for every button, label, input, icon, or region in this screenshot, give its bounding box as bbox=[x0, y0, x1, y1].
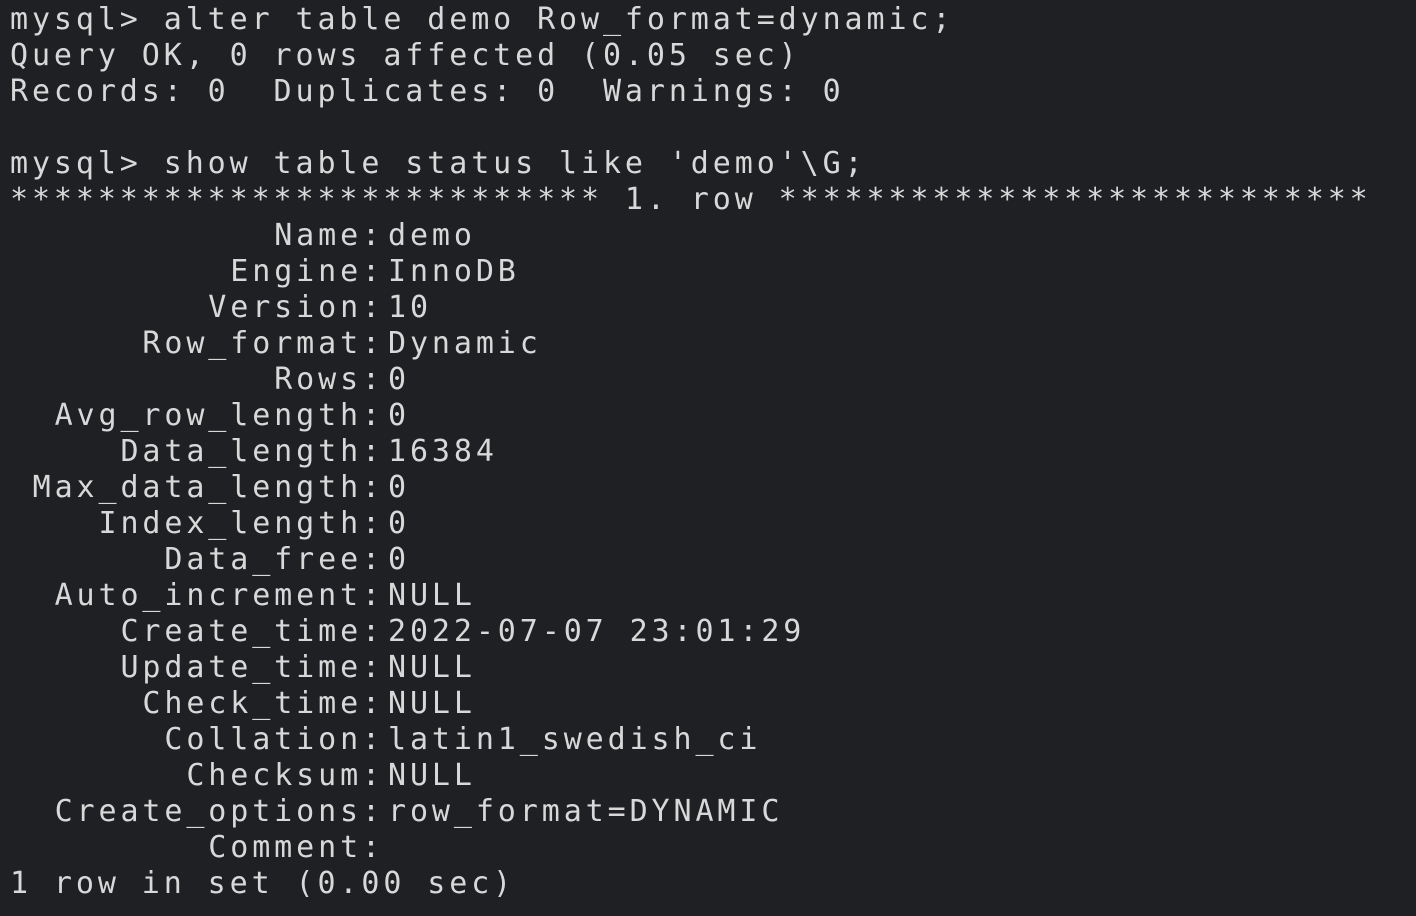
field-label: Auto_increment: bbox=[54, 578, 384, 613]
field-value: InnoDB bbox=[388, 254, 520, 289]
field-label: Checksum: bbox=[186, 758, 384, 793]
field-label: Data_free: bbox=[164, 542, 384, 577]
field-value: 0 bbox=[388, 470, 410, 505]
field-label: Create_options: bbox=[54, 794, 384, 829]
field-label: Rows: bbox=[274, 362, 384, 397]
field-value: latin1_swedish_ci bbox=[388, 722, 762, 757]
field-label: Collation: bbox=[164, 722, 384, 757]
field-label: Engine: bbox=[230, 254, 384, 289]
query-ok-line: Query OK, 0 rows affected (0.05 sec) bbox=[10, 38, 801, 73]
field-label: Comment: bbox=[208, 830, 384, 865]
field-row: Data_free: 0 bbox=[10, 542, 1416, 578]
show-status-command-line: mysql> show table status like 'demo'\G; bbox=[10, 146, 867, 181]
field-label: Row_format: bbox=[142, 326, 384, 361]
field-value: NULL bbox=[388, 758, 476, 793]
field-value: row_format=DYNAMIC bbox=[388, 794, 784, 829]
field-label: Data_length: bbox=[120, 434, 384, 469]
field-value: NULL bbox=[388, 578, 476, 613]
field-value: Dynamic bbox=[388, 326, 542, 361]
field-row: Collation: latin1_swedish_ci bbox=[10, 722, 1416, 758]
field-label: Max_data_length: bbox=[32, 470, 384, 505]
field-label: Create_time: bbox=[120, 614, 384, 649]
row-separator-line: *************************** 1. row *****… bbox=[10, 182, 1372, 217]
field-row: Index_length: 0 bbox=[10, 506, 1416, 542]
field-value: NULL bbox=[388, 686, 476, 721]
field-label: Check_time: bbox=[142, 686, 384, 721]
field-value: 0 bbox=[388, 398, 410, 433]
field-row: Comment: bbox=[10, 830, 1416, 866]
field-value: 2022-07-07 23:01:29 bbox=[388, 614, 806, 649]
field-value: 10 bbox=[388, 290, 432, 325]
field-label: Update_time: bbox=[120, 650, 384, 685]
field-label: Name: bbox=[274, 218, 384, 253]
field-row: Auto_increment: NULL bbox=[10, 578, 1416, 614]
field-row: Avg_row_length: 0 bbox=[10, 398, 1416, 434]
field-row: Create_time: 2022-07-07 23:01:29 bbox=[10, 614, 1416, 650]
field-row: Data_length: 16384 bbox=[10, 434, 1416, 470]
records-line: Records: 0 Duplicates: 0 Warnings: 0 bbox=[10, 74, 845, 109]
field-value: NULL bbox=[388, 650, 476, 685]
field-row: Name: demo bbox=[10, 218, 1416, 254]
field-row: Engine: InnoDB bbox=[10, 254, 1416, 290]
field-row: Update_time: NULL bbox=[10, 650, 1416, 686]
field-row: Row_format: Dynamic bbox=[10, 326, 1416, 362]
field-row: Checksum: NULL bbox=[10, 758, 1416, 794]
field-label: Version: bbox=[208, 290, 384, 325]
summary-line: 1 row in set (0.00 sec) bbox=[10, 866, 516, 901]
field-value: 0 bbox=[388, 362, 410, 397]
field-value: 0 bbox=[388, 542, 410, 577]
field-row: Max_data_length: 0 bbox=[10, 470, 1416, 506]
field-row: Version: 10 bbox=[10, 290, 1416, 326]
field-row: Create_options: row_format=DYNAMIC bbox=[10, 794, 1416, 830]
alter-command-line: mysql> alter table demo Row_format=dynam… bbox=[10, 2, 955, 37]
field-row: Check_time: NULL bbox=[10, 686, 1416, 722]
field-value: demo bbox=[388, 218, 476, 253]
terminal-window[interactable]: mysql> alter table demo Row_format=dynam… bbox=[0, 0, 1416, 916]
field-row: Rows: 0 bbox=[10, 362, 1416, 398]
field-value: 16384 bbox=[388, 434, 498, 469]
field-label: Index_length: bbox=[98, 506, 384, 541]
field-label: Avg_row_length: bbox=[54, 398, 384, 433]
field-value: 0 bbox=[388, 506, 410, 541]
